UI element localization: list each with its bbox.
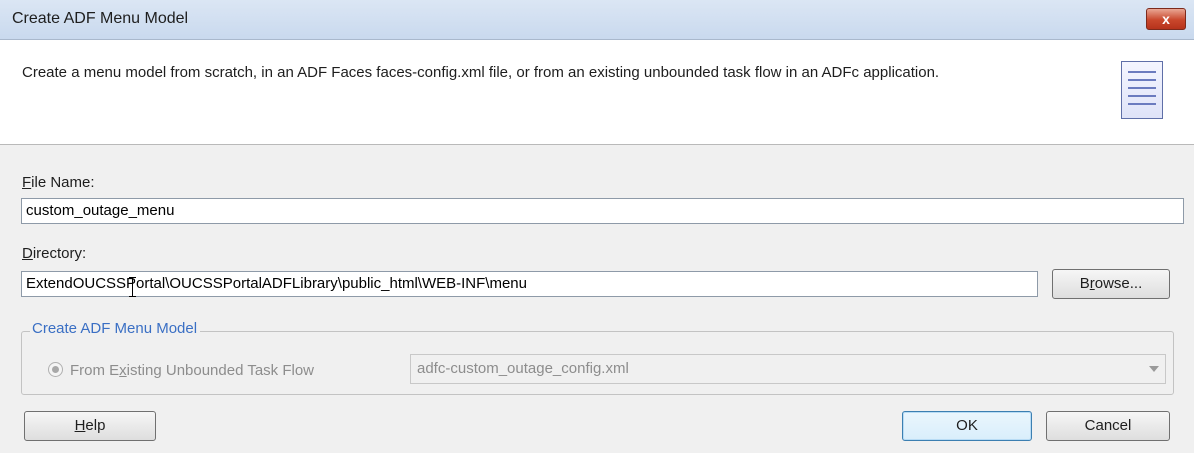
existing-task-flow-label: From Existing Unbounded Task Flow	[70, 362, 315, 379]
close-button[interactable]: x	[1146, 8, 1186, 30]
close-icon: x	[1162, 11, 1170, 27]
cancel-button[interactable]: Cancel	[1046, 411, 1170, 441]
dialog-header: Create a menu model from scratch, in an …	[0, 40, 1194, 145]
directory-label: Directory:	[22, 245, 87, 262]
ok-button[interactable]: OK	[902, 411, 1032, 441]
task-flow-select-value: adfc-custom_outage_config.xml	[417, 360, 629, 377]
header-description: Create a menu model from scratch, in an …	[22, 64, 940, 81]
chevron-down-icon	[1149, 366, 1159, 372]
directory-input[interactable]: ExtendOUCSSPortal\OUCSSPortalADFLibrary\…	[21, 271, 1038, 297]
window-title: Create ADF Menu Model	[12, 10, 189, 27]
group-title: Create ADF Menu Model	[30, 320, 201, 337]
browse-button[interactable]: Browse...	[1052, 269, 1170, 299]
title-bar: Create ADF Menu Model x	[0, 0, 1194, 40]
document-icon	[1121, 61, 1163, 119]
existing-task-flow-radio[interactable]	[48, 362, 63, 377]
task-flow-select[interactable]: adfc-custom_outage_config.xml	[410, 354, 1166, 384]
text-cursor	[129, 277, 136, 297]
help-button[interactable]: Help	[24, 411, 156, 441]
file-name-input[interactable]: custom_outage_menu	[21, 198, 1184, 224]
file-name-label: File Name:	[22, 174, 95, 191]
